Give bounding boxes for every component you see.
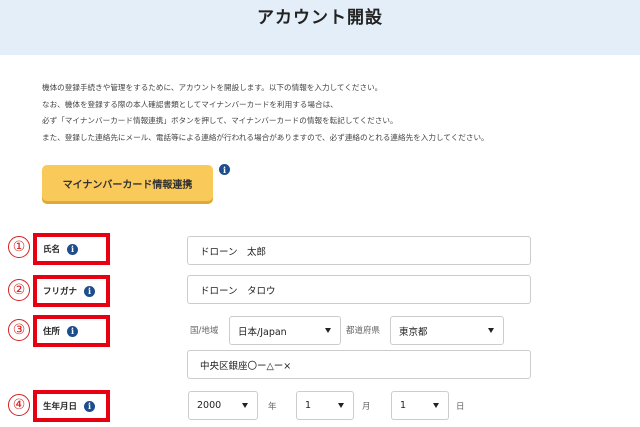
mynumber-link-button[interactable]: マイナンバーカード情報連携 [42, 165, 213, 201]
chevron-down-icon [242, 403, 248, 408]
chevron-down-icon [338, 403, 344, 408]
intro-text: 機体の登録手続きや管理をするために、アカウントを開設します。以下の情報を入力して… [42, 80, 632, 146]
info-icon[interactable]: i [84, 400, 96, 412]
chevron-down-icon [433, 403, 439, 408]
month-unit-label: 月 [362, 402, 371, 412]
step-number-3: ③ [8, 319, 30, 341]
name-label-highlight: 氏名 i [33, 233, 110, 265]
intro-line: 機体の登録手続きや管理をするために、アカウントを開設します。以下の情報を入力して… [42, 83, 383, 92]
furigana-input[interactable]: ドローン タロウ [187, 275, 531, 304]
year-unit-label: 年 [268, 402, 277, 412]
info-icon[interactable]: i [219, 164, 230, 175]
birth-day-select[interactable]: 1 [391, 391, 449, 420]
info-icon[interactable]: i [67, 243, 79, 255]
birth-year-value: 2000 [197, 400, 222, 411]
furigana-label: フリガナ [43, 287, 78, 297]
step-number-2: ② [8, 279, 30, 301]
birth-month-select[interactable]: 1 [296, 391, 354, 420]
country-select[interactable]: 日本/Japan [229, 316, 341, 345]
name-input[interactable]: ドローン 太郎 [187, 236, 531, 265]
birth-day-value: 1 [400, 400, 407, 411]
intro-line: また、登録した連絡先にメール、電話等による連絡が行われる場合がありますので、必ず… [42, 132, 489, 142]
mynumber-link-button-label: マイナンバーカード情報連携 [62, 179, 193, 191]
birth-year-select[interactable]: 2000 [188, 391, 258, 420]
birthdate-label: 生年月日 [43, 402, 78, 412]
step-number-4: ④ [8, 394, 30, 416]
intro-line: 必ず「マイナンバーカード情報連携」ボタンを押して、マイナンバーカードの情報を転記… [42, 116, 398, 126]
country-label: 国/地域 [190, 326, 219, 336]
page-title: アカウント開設 [257, 8, 383, 28]
chevron-down-icon [325, 328, 331, 333]
chevron-down-icon [488, 328, 494, 333]
country-select-value: 日本/Japan [238, 326, 287, 338]
prefecture-select-value: 東京都 [399, 326, 428, 338]
prefecture-select[interactable]: 東京都 [390, 316, 504, 345]
address-label: 住所 [43, 327, 61, 337]
day-unit-label: 日 [456, 402, 465, 412]
birth-month-value: 1 [305, 400, 312, 411]
info-icon[interactable]: i [84, 285, 96, 297]
prefecture-label: 都道府県 [346, 326, 381, 336]
furigana-label-highlight: フリガナ i [33, 275, 110, 307]
street-address-input[interactable]: 中央区銀座〇ー△ー× [187, 350, 531, 379]
step-number-1: ① [8, 236, 30, 258]
info-icon[interactable]: i [67, 325, 79, 337]
birthdate-label-highlight: 生年月日 i [33, 390, 110, 422]
address-label-highlight: 住所 i [33, 315, 110, 347]
name-label: 氏名 [43, 245, 61, 255]
intro-line: なお、機体を登録する際の本人確認書類としてマイナンバーカードを利用する場合は、 [42, 99, 338, 109]
